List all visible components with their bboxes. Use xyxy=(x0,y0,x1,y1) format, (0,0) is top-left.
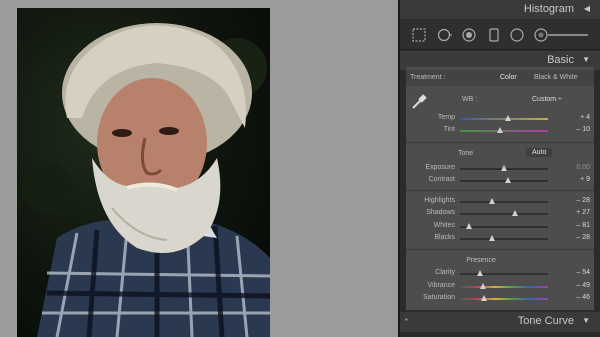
slider-value[interactable]: 0,00 xyxy=(576,164,590,171)
slider-label: Contrast xyxy=(428,176,455,183)
histogram-title: Histogram xyxy=(523,3,574,15)
slider-thumb[interactable] xyxy=(488,235,495,241)
slider-value[interactable]: – 54 xyxy=(576,269,590,276)
slider-label: Saturation xyxy=(423,294,455,301)
treatment-row: Treatment : Color Black & White xyxy=(406,70,594,86)
auto-tone-button[interactable]: Auto xyxy=(526,148,553,157)
slider-label: Whites xyxy=(433,222,455,229)
slider-thumb[interactable] xyxy=(504,177,511,183)
contrast-slider[interactable] xyxy=(460,177,548,183)
slider-thumb[interactable] xyxy=(465,223,472,229)
slider-value[interactable]: – 49 xyxy=(576,282,590,289)
presence-title: Presence xyxy=(466,257,496,264)
slider-thumb[interactable] xyxy=(488,198,495,204)
slider-label: Blacks xyxy=(434,234,455,241)
blacks-slider-row: Blacks – 28 xyxy=(406,233,594,245)
shadows-slider[interactable] xyxy=(460,210,548,216)
crop-overlay-icon[interactable] xyxy=(412,28,426,42)
vibrance-slider-row: Vibrance – 49 xyxy=(406,281,594,293)
histogram-header[interactable]: Histogram ◀ xyxy=(400,0,600,19)
slider-value[interactable]: – 28 xyxy=(576,234,590,241)
slider-label: Shadows xyxy=(426,209,455,216)
basic-panel-body: Treatment : Color Black & White WB : Cus… xyxy=(406,67,594,310)
whites-slider-row: Whites – 81 xyxy=(406,221,594,233)
tone-curve-title: Tone Curve xyxy=(517,315,574,327)
slider-thumb[interactable] xyxy=(480,295,487,301)
treatment-label: Treatment : xyxy=(410,74,446,81)
develop-right-panel: Histogram ◀ Basic ▼ Treatment : Color Bl… xyxy=(398,0,600,337)
tint-slider[interactable] xyxy=(460,127,548,133)
slider-label: Tint xyxy=(443,126,455,133)
treatment-bw-button[interactable]: Black & White xyxy=(534,74,578,81)
vibrance-slider[interactable] xyxy=(460,283,548,289)
photo-canvas xyxy=(0,0,398,337)
collapse-left-icon[interactable]: ◀ xyxy=(584,4,590,13)
graduated-filter-icon[interactable] xyxy=(487,28,501,42)
slider-thumb[interactable] xyxy=(504,115,511,121)
radial-filter-icon[interactable] xyxy=(510,28,524,42)
slider-thumb[interactable] xyxy=(512,210,519,216)
contrast-slider-row: Contrast + 9 xyxy=(406,175,594,187)
expand-down-icon[interactable]: ▼ xyxy=(582,316,590,325)
divider xyxy=(406,142,594,143)
clarity-slider-row: Clarity – 54 xyxy=(406,268,594,280)
slider-value[interactable]: + 9 xyxy=(580,176,590,183)
slider-label: Vibrance xyxy=(427,282,455,289)
tint-slider-row: Tint – 10 xyxy=(406,125,594,137)
slider-value[interactable]: – 46 xyxy=(576,294,590,301)
tone-title: Tone xyxy=(458,150,474,157)
temp-slider[interactable] xyxy=(460,115,548,121)
slider-label: Exposure xyxy=(425,164,455,171)
whites-slider[interactable] xyxy=(460,223,548,229)
clarity-slider[interactable] xyxy=(460,270,548,276)
portrait-photo xyxy=(17,8,270,337)
target-adjust-icon[interactable]: ▪ xyxy=(405,315,408,324)
slider-label: Temp xyxy=(437,114,455,121)
saturation-slider-row: Saturation – 46 xyxy=(406,293,594,305)
slider-value[interactable]: + 27 xyxy=(576,209,590,216)
basic-title: Basic xyxy=(547,54,574,66)
slider-value[interactable]: – 10 xyxy=(576,126,590,133)
wb-select[interactable]: Custom ÷ xyxy=(532,96,562,103)
tool-strip xyxy=(400,20,600,50)
slider-thumb[interactable] xyxy=(477,270,484,276)
divider xyxy=(406,249,594,250)
slider-thumb[interactable] xyxy=(497,127,504,133)
slider-value[interactable]: – 28 xyxy=(576,197,590,204)
divider xyxy=(406,190,594,191)
eyedropper-icon[interactable] xyxy=(410,93,428,111)
blacks-slider[interactable] xyxy=(460,235,548,241)
saturation-slider[interactable] xyxy=(460,295,548,301)
slider-thumb[interactable] xyxy=(501,165,507,171)
temp-slider-row: Temp + 4 xyxy=(406,113,594,125)
slider-label: Highlights xyxy=(424,197,455,204)
highlights-slider[interactable] xyxy=(460,198,548,204)
exposure-slider[interactable] xyxy=(460,165,548,171)
slider-value[interactable]: + 4 xyxy=(580,114,590,121)
shadows-slider-row: Shadows + 27 xyxy=(406,208,594,220)
slider-label: Clarity xyxy=(435,269,455,276)
spot-removal-icon[interactable] xyxy=(438,28,452,42)
exposure-slider-row: Exposure 0,00 xyxy=(406,163,594,175)
treatment-color-button[interactable]: Color xyxy=(500,74,517,81)
adjustment-brush-icon[interactable] xyxy=(534,28,590,42)
highlights-slider-row: Highlights – 28 xyxy=(406,196,594,208)
expand-down-icon[interactable]: ▼ xyxy=(582,55,590,64)
red-eye-icon[interactable] xyxy=(462,28,476,42)
tone-curve-header[interactable]: ▪ Tone Curve ▼ xyxy=(400,312,600,332)
slider-thumb[interactable] xyxy=(479,283,486,289)
wb-label: WB : xyxy=(462,96,478,103)
slider-value[interactable]: – 81 xyxy=(576,222,590,229)
